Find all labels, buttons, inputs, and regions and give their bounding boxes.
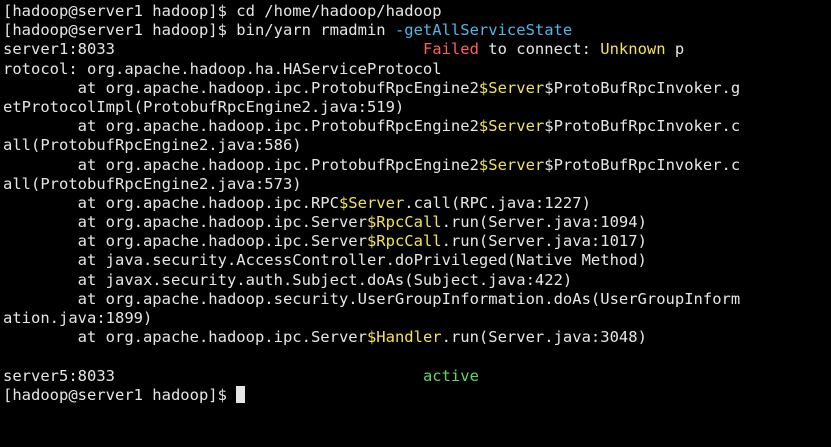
terminal-text-segment: -getAllServiceState: [394, 21, 573, 40]
terminal-line: [hadoop@server1 hadoop]$ bin/yarn rmadmi…: [3, 21, 831, 40]
terminal-line: rotocol: org.apache.hadoop.ha.HAServiceP…: [3, 60, 831, 79]
terminal-text-segment: [hadoop@server1 hadoop]$: [3, 385, 237, 404]
terminal-text-segment: at org.apache.hadoop.ipc.Server: [3, 213, 367, 232]
terminal-text-segment: at org.apache.hadoop.ipc.Server: [3, 232, 367, 251]
terminal-cursor[interactable]: [236, 385, 246, 403]
terminal-text-segment: at javax.security.auth.Subject.doAs(Subj…: [3, 270, 573, 289]
terminal-output: [hadoop@server1 hadoop]$ cd /home/hadoop…: [3, 2, 831, 405]
terminal-line: server5:8033 active: [3, 367, 831, 386]
terminal-line: at org.apache.hadoop.ipc.Server$Handler.…: [3, 328, 831, 347]
terminal-text-segment: $Server: [338, 193, 405, 212]
terminal-text-segment: all(ProtobufRpcEngine2.java:573): [3, 174, 302, 193]
terminal-text-segment: $RpcCall: [366, 232, 442, 251]
terminal-line: all(ProtobufRpcEngine2.java:573): [3, 175, 831, 194]
terminal-text-segment: [hadoop@server1 hadoop]$ cd /home/hadoop…: [3, 2, 442, 20]
terminal-line: all(ProtobufRpcEngine2.java:586): [3, 136, 831, 155]
terminal-text-segment: $ProtoBufRpcInvoker.c: [544, 117, 741, 136]
terminal-line: at org.apache.hadoop.ipc.ProtobufRpcEngi…: [3, 117, 831, 136]
terminal-text-segment: $Server: [478, 155, 545, 174]
terminal-line: server1:8033 Failed to connect: Unknown …: [3, 40, 831, 59]
terminal-text-segment: rotocol: org.apache.hadoop.ha.HAServiceP…: [3, 59, 442, 78]
terminal-line: at javax.security.auth.Subject.doAs(Subj…: [3, 271, 831, 290]
terminal-text-segment: all(ProtobufRpcEngine2.java:586): [3, 136, 302, 155]
terminal-text-segment: at java.security.AccessController.doPriv…: [3, 251, 647, 270]
terminal-text-segment: $Handler: [366, 328, 442, 347]
terminal-line: at org.apache.hadoop.ipc.Server$RpcCall.…: [3, 213, 831, 232]
terminal-line: etProtocolImpl(ProtobufRpcEngine2.java:5…: [3, 98, 831, 117]
terminal-text-segment: to connect:: [478, 40, 601, 59]
terminal-text-segment: $RpcCall: [366, 213, 442, 232]
terminal-text-segment: p: [665, 40, 685, 59]
terminal-window[interactable]: [hadoop@server1 hadoop]$ cd /home/hadoop…: [0, 0, 831, 447]
terminal-text-segment: at org.apache.hadoop.ipc.ProtobufRpcEngi…: [3, 117, 479, 136]
terminal-text-segment: .run(Server.java:3048): [441, 328, 647, 347]
terminal-line: [hadoop@server1 hadoop]$: [3, 385, 831, 405]
terminal-line: at org.apache.hadoop.ipc.ProtobufRpcEngi…: [3, 156, 831, 175]
terminal-text-segment: [hadoop@server1 hadoop]$ bin/yarn rmadmi…: [3, 21, 395, 40]
terminal-text-segment: at org.apache.hadoop.ipc.ProtobufRpcEngi…: [3, 78, 479, 97]
terminal-text-segment: active: [422, 366, 479, 385]
terminal-text-segment: $ProtoBufRpcInvoker.g: [544, 78, 741, 97]
terminal-text-segment: .call(RPC.java:1227): [404, 193, 591, 212]
terminal-text-segment: ation.java:1899): [3, 309, 153, 327]
terminal-line: at org.apache.hadoop.ipc.RPC$Server.call…: [3, 194, 831, 213]
terminal-text-segment: at org.apache.hadoop.ipc.RPC: [3, 193, 339, 212]
terminal-text-segment: .run(Server.java:1017): [441, 232, 647, 251]
terminal-text-segment: at org.apache.hadoop.ipc.ProtobufRpcEngi…: [3, 155, 479, 174]
terminal-text-segment: $Server: [478, 117, 545, 136]
terminal-text-segment: Unknown: [600, 40, 666, 59]
terminal-line: [hadoop@server1 hadoop]$ cd /home/hadoop…: [3, 2, 831, 21]
terminal-line: at org.apache.hadoop.ipc.Server$RpcCall.…: [3, 232, 831, 251]
terminal-text-segment: server1:8033: [3, 40, 423, 59]
terminal-text-segment: server5:8033: [3, 366, 423, 385]
terminal-text-segment: $ProtoBufRpcInvoker.c: [544, 155, 741, 174]
terminal-line: ation.java:1899): [3, 309, 831, 328]
terminal-line: at org.apache.hadoop.security.UserGroupI…: [3, 290, 831, 309]
terminal-text-segment: .run(Server.java:1094): [441, 213, 647, 232]
terminal-text-segment: at org.apache.hadoop.security.UserGroupI…: [3, 289, 741, 308]
terminal-text-segment: Failed: [422, 40, 479, 59]
terminal-line: at java.security.AccessController.doPriv…: [3, 251, 831, 270]
terminal-text-segment: etProtocolImpl(ProtobufRpcEngine2.java:5…: [3, 97, 405, 116]
terminal-line: at org.apache.hadoop.ipc.ProtobufRpcEngi…: [3, 79, 831, 98]
terminal-text-segment: at org.apache.hadoop.ipc.Server: [3, 328, 367, 347]
terminal-text-segment: $Server: [478, 78, 545, 97]
